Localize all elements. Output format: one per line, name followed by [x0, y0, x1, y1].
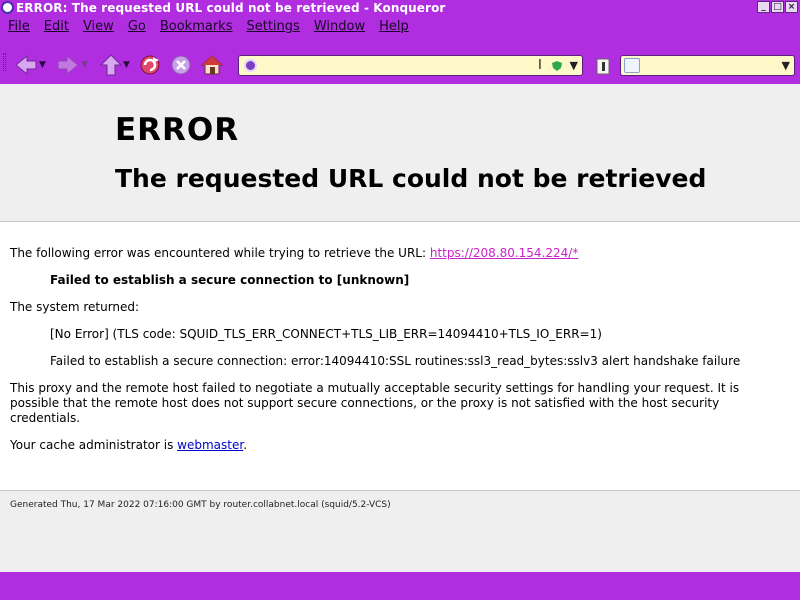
text-cursor-icon: I: [538, 58, 542, 73]
menu-bookmarks[interactable]: Bookmarks: [160, 19, 233, 34]
reload-button[interactable]: [138, 53, 162, 77]
error-code: [No Error] (TLS code: SQUID_TLS_ERR_CONN…: [50, 327, 602, 341]
page-footer: Generated Thu, 17 Mar 2022 07:16:00 GMT …: [0, 490, 800, 572]
menu-go-label: Go: [127, 19, 146, 34]
admin-suffix: .: [243, 438, 248, 452]
menu-file[interactable]: File: [8, 19, 30, 34]
menu-help[interactable]: Help: [379, 19, 409, 34]
search-input[interactable]: [643, 58, 773, 73]
generated-footer-text: Generated Thu, 17 Mar 2022 07:16:00 GMT …: [10, 500, 391, 510]
back-dropdown-icon[interactable]: ▼: [39, 60, 46, 70]
reload-icon: [140, 55, 160, 75]
up-dropdown-icon[interactable]: ▼: [123, 60, 130, 70]
konqueror-app-icon[interactable]: [1, 1, 14, 14]
forward-dropdown-icon[interactable]: ▼: [81, 60, 88, 70]
stop-icon: [171, 55, 191, 75]
clear-location-button[interactable]: [592, 55, 614, 77]
window-titlebar[interactable]: ERROR: The requested URL could not be re…: [0, 0, 800, 15]
intro-line: The following error was encountered whil…: [10, 246, 578, 260]
status-bar: [0, 572, 800, 600]
window-title: ERROR: The requested URL could not be re…: [16, 0, 446, 15]
page-subtitle: The requested URL could not be retrieved: [115, 164, 707, 193]
back-icon: [15, 54, 37, 76]
window-controls: _ □ ×: [757, 1, 798, 13]
menu-view-label: View: [82, 19, 114, 34]
menu-window[interactable]: Window: [314, 19, 365, 34]
menu-edit[interactable]: Edit: [44, 19, 69, 34]
maximize-button[interactable]: □: [771, 1, 784, 13]
menu-edit-label: Edit: [43, 19, 69, 34]
location-bar[interactable]: I ▼: [238, 55, 583, 76]
home-icon: [201, 55, 223, 75]
menu-window-label: Window: [313, 19, 366, 34]
minimize-button[interactable]: _: [757, 1, 770, 13]
menu-go[interactable]: Go: [128, 19, 146, 34]
back-button[interactable]: ▼: [10, 53, 50, 77]
webmaster-link[interactable]: webmaster: [177, 438, 243, 452]
search-engine-icon[interactable]: [624, 58, 640, 73]
clear-location-icon: [596, 58, 610, 75]
admin-text: Your cache administrator is: [10, 438, 178, 452]
stop-button[interactable]: [169, 53, 193, 77]
menu-settings[interactable]: Settings: [246, 19, 299, 34]
site-icon: [244, 59, 257, 72]
admin-line: Your cache administrator is webmaster.: [10, 438, 247, 452]
forward-button[interactable]: ▼: [52, 53, 92, 77]
up-button[interactable]: ▼: [95, 53, 135, 77]
explanation-paragraph: This proxy and the remote host failed to…: [10, 381, 740, 425]
intro-text: The following error was encountered whil…: [10, 246, 430, 260]
menu-settings-label: Settings: [246, 19, 300, 34]
system-returned-label: The system returned:: [10, 300, 140, 314]
page-title: ERROR: [115, 112, 240, 148]
main-toolbar: ▼ ▼ ▼ I ▼ ▼: [0, 38, 800, 84]
close-button[interactable]: ×: [785, 1, 798, 13]
error-header: ERROR The requested URL could not be ret…: [0, 84, 800, 222]
menu-help-label: Help: [379, 19, 409, 34]
up-icon: [100, 54, 123, 76]
security-shield-icon[interactable]: [551, 60, 563, 72]
menu-file-label: File: [8, 19, 30, 34]
toolbar-grip[interactable]: [3, 53, 6, 71]
error-detail: Failed to establish a secure connection:…: [50, 354, 741, 368]
location-input[interactable]: [261, 58, 531, 73]
home-button[interactable]: [200, 53, 224, 77]
failure-message: Failed to establish a secure connection …: [50, 273, 410, 287]
location-dropdown-icon[interactable]: ▼: [570, 59, 578, 72]
page-content: ERROR The requested URL could not be ret…: [0, 84, 800, 572]
menu-view[interactable]: View: [83, 19, 114, 34]
menu-bookmarks-label: Bookmarks: [159, 19, 233, 34]
search-bar[interactable]: ▼: [620, 55, 795, 76]
requested-url-link[interactable]: https://208.80.154.224/*: [430, 246, 578, 260]
forward-icon: [57, 54, 79, 76]
menubar: File Edit View Go Bookmarks Settings Win…: [0, 15, 800, 38]
search-dropdown-icon[interactable]: ▼: [782, 59, 790, 72]
